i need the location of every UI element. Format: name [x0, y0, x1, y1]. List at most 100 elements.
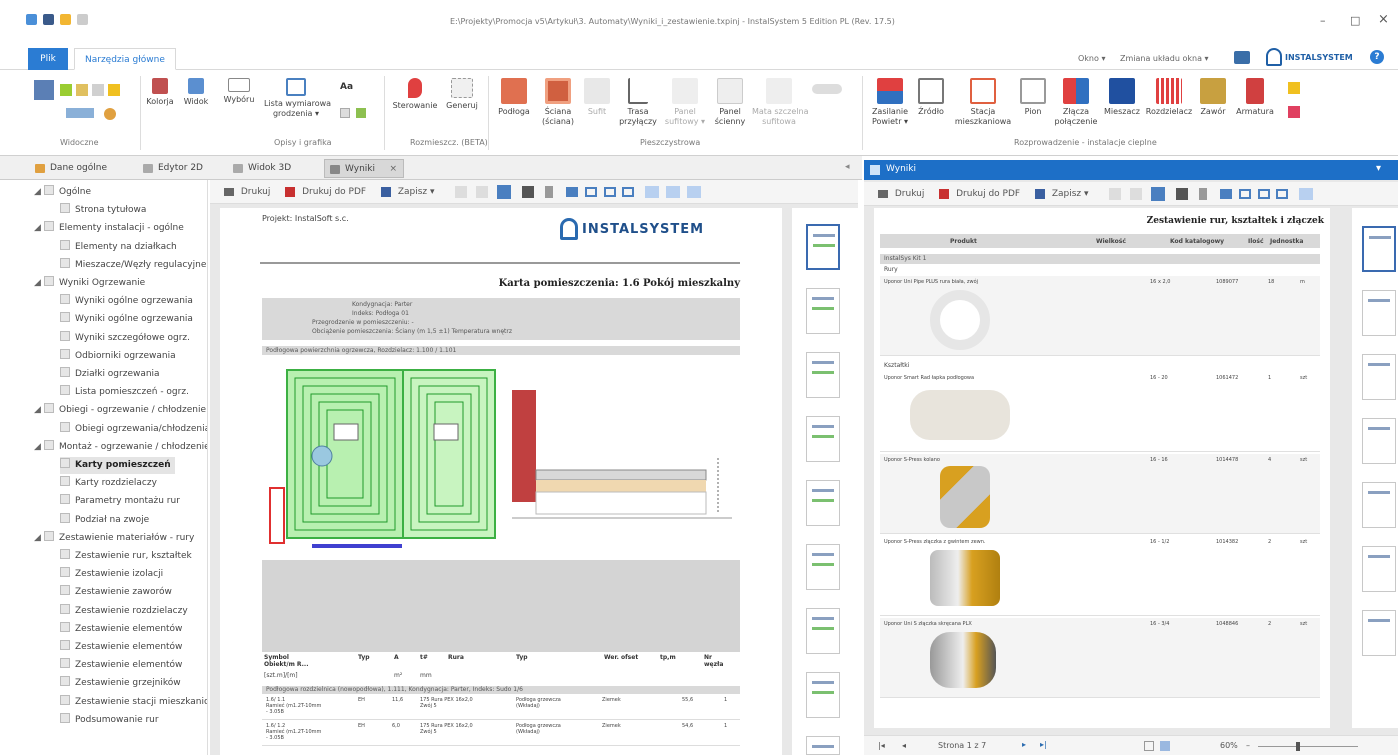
fit-page-icon[interactable] [1151, 187, 1166, 201]
select-button[interactable]: Wybóru [222, 78, 256, 105]
tree-item[interactable]: Zestawienie elementów [60, 639, 182, 656]
dimension-list-button[interactable]: Lista wymiarowa grodzenia ▾ [264, 78, 331, 119]
page-thumbnail[interactable] [1362, 546, 1396, 592]
pen-icon[interactable] [356, 108, 366, 118]
highlight-icon[interactable] [76, 84, 88, 96]
save-menu-button[interactable]: Zapisz ▾ [398, 180, 435, 204]
tree-item[interactable]: Elementy na działkach [60, 239, 177, 256]
page-next-icon[interactable] [1130, 188, 1143, 200]
wall-button[interactable]: Ściana (ściana) [536, 78, 580, 127]
radiator-icon[interactable] [812, 84, 842, 94]
page-thumbnail[interactable] [806, 736, 840, 755]
two-page-icon[interactable] [584, 187, 597, 197]
save-icon[interactable] [43, 14, 54, 25]
page-thumbnail[interactable] [806, 416, 840, 462]
page-thumbnail[interactable] [806, 288, 840, 334]
page-view-icon[interactable] [1144, 741, 1154, 751]
page-thumbnail[interactable] [1362, 418, 1396, 464]
tree-group[interactable]: ◢ Elementy instalacji - ogólne [34, 220, 184, 237]
tree-item[interactable]: Podsumowanie rur [60, 712, 159, 729]
tab-home[interactable]: Narzędzia główne [74, 48, 176, 70]
tab-editor-2d[interactable]: Edytor 2D [138, 159, 211, 178]
prev-page-button[interactable]: ◂ [902, 741, 906, 750]
save-menu-button[interactable]: Zapisz ▾ [1052, 182, 1089, 206]
layer-icon[interactable] [60, 84, 72, 96]
tree-item[interactable]: Karty rozdzielaczy [60, 475, 157, 492]
tree-item[interactable]: Strona tytułowa [60, 202, 146, 219]
generate-button[interactable]: Generuj [442, 78, 482, 111]
ceiling-panel-button[interactable]: Panel sufitowy ▾ [664, 78, 706, 127]
page-thumbnail[interactable] [1362, 610, 1396, 656]
supply-button[interactable]: Zasilanie Powietr ▾ [868, 78, 912, 127]
fittings-button[interactable]: Armatura [1232, 78, 1278, 117]
tree-item[interactable]: Zestawienie stacji mieszkaniowych [60, 694, 207, 711]
light-icon[interactable] [108, 84, 120, 96]
page-thumbnail[interactable] [806, 224, 840, 270]
color-button[interactable]: Kolorja [146, 78, 174, 107]
thumbnails-icon[interactable] [1299, 188, 1314, 200]
tree-group[interactable]: ◢ Obiegi - ogrzewanie / chłodzenie [34, 402, 206, 419]
floor-button[interactable]: Podłoga [494, 78, 534, 117]
zoom-out-button[interactable]: – [1246, 741, 1250, 750]
find-icon[interactable] [1176, 188, 1188, 200]
tab-results[interactable]: Wyniki × [324, 159, 404, 178]
tree-item[interactable]: Podział na zwoje [60, 512, 149, 529]
new-file-icon[interactable] [77, 14, 88, 25]
layout-menu[interactable]: Zmiana układu okna ▾ [1120, 54, 1209, 63]
help-button[interactable]: ? [1370, 50, 1384, 64]
connection-button[interactable]: Złącza połączenie [1052, 78, 1100, 127]
tag-icon[interactable] [1288, 106, 1300, 118]
text-icon[interactable]: Aa [340, 82, 353, 92]
expand-icon[interactable]: ◢ [34, 184, 44, 201]
manifold-button[interactable]: Rozdzielacz [1144, 78, 1194, 117]
tree-item[interactable]: Zestawienie izolacji [60, 566, 163, 583]
page-prev-icon[interactable] [1109, 188, 1122, 200]
close-button[interactable]: × [1378, 12, 1389, 27]
print-button[interactable]: Drukuj [241, 180, 270, 204]
print-button[interactable]: Drukuj [895, 182, 924, 206]
view-button[interactable]: Widok [182, 78, 210, 107]
expand-icon[interactable]: ◢ [34, 275, 44, 292]
outline-icon[interactable] [666, 186, 681, 198]
continuous-view-icon[interactable] [1160, 741, 1170, 751]
tree-group[interactable]: ◢ Ogólne [34, 184, 91, 201]
next-page-button[interactable]: ▸ [1022, 740, 1026, 749]
thumbnails-icon[interactable] [645, 186, 660, 198]
tree-group[interactable]: ◢ Wyniki Ogrzewanie [34, 275, 145, 292]
frame-icon[interactable] [340, 108, 350, 118]
text-tool-icon[interactable] [1198, 188, 1207, 200]
minimize-button[interactable]: – [1320, 14, 1326, 27]
page-thumbnail[interactable] [806, 352, 840, 398]
expand-icon[interactable]: ◢ [34, 530, 44, 547]
find-icon[interactable] [522, 186, 534, 198]
tree-item[interactable]: Zestawienie rur, kształtek [60, 548, 192, 565]
mixer-button[interactable]: Mieszacz [1102, 78, 1142, 117]
zoom-slider[interactable] [1258, 746, 1358, 747]
tree-item[interactable]: Odbiorniki ogrzewania [60, 348, 176, 365]
tree-item[interactable]: Mieszacze/Węzły regulacyjne [60, 257, 206, 274]
print-pdf-button[interactable]: Drukuj do PDF [302, 180, 366, 204]
tool-icon[interactable] [104, 108, 116, 120]
tree-item[interactable]: Wyniki ogólne ogrzewania [60, 311, 193, 328]
riser-button[interactable]: Pion [1018, 78, 1048, 117]
window-options-menu[interactable]: Okno ▾ [1078, 54, 1105, 63]
route-button[interactable]: Trasa przyłączy [614, 78, 662, 127]
page-thumbnail[interactable] [1362, 226, 1396, 272]
tree-item[interactable]: Zestawienie zaworów [60, 584, 172, 601]
page-thumbnail[interactable] [806, 544, 840, 590]
measure-icon[interactable] [66, 108, 94, 118]
tree-item[interactable]: Zestawienie elementów [60, 657, 182, 674]
tree-item[interactable]: Lista pomieszczeń - ogrz. [60, 384, 189, 401]
app-icon[interactable] [26, 14, 37, 25]
tree-item[interactable]: Parametry montażu rur [60, 493, 180, 510]
station-button[interactable]: Stacja mieszkaniowa [952, 78, 1014, 127]
single-page-icon[interactable] [1219, 189, 1232, 199]
expand-icon[interactable]: ◢ [34, 402, 44, 419]
tree-item[interactable]: Wyniki szczegółowe ogrz. [60, 330, 190, 347]
page-next-icon[interactable] [476, 186, 489, 198]
tree-item[interactable]: Karty pomieszczeń [60, 457, 175, 474]
ceiling-button[interactable]: Sufit [582, 78, 612, 117]
mat-button[interactable]: Mata szczelna sufitowa [752, 78, 808, 127]
tab-general-data[interactable]: Dane ogólne [30, 159, 115, 178]
zoom-slider-thumb[interactable] [1296, 742, 1300, 751]
